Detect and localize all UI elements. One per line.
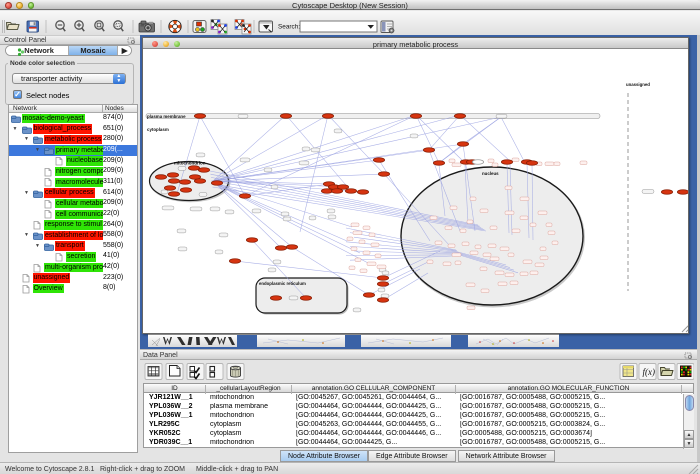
svg-text:cytoplasm: cytoplasm	[147, 127, 169, 132]
svg-text:unassigned: unassigned	[626, 82, 650, 87]
svg-text:plasma membrane: plasma membrane	[147, 114, 186, 119]
svg-text:f(x): f(x)	[643, 367, 656, 377]
svg-text:mitochondrion: mitochondrion	[174, 161, 206, 166]
svg-text:endoplasmic reticulum: endoplasmic reticulum	[259, 281, 306, 286]
svg-text:Search:: Search:	[278, 24, 300, 31]
svg-text:nucleus: nucleus	[482, 171, 499, 176]
